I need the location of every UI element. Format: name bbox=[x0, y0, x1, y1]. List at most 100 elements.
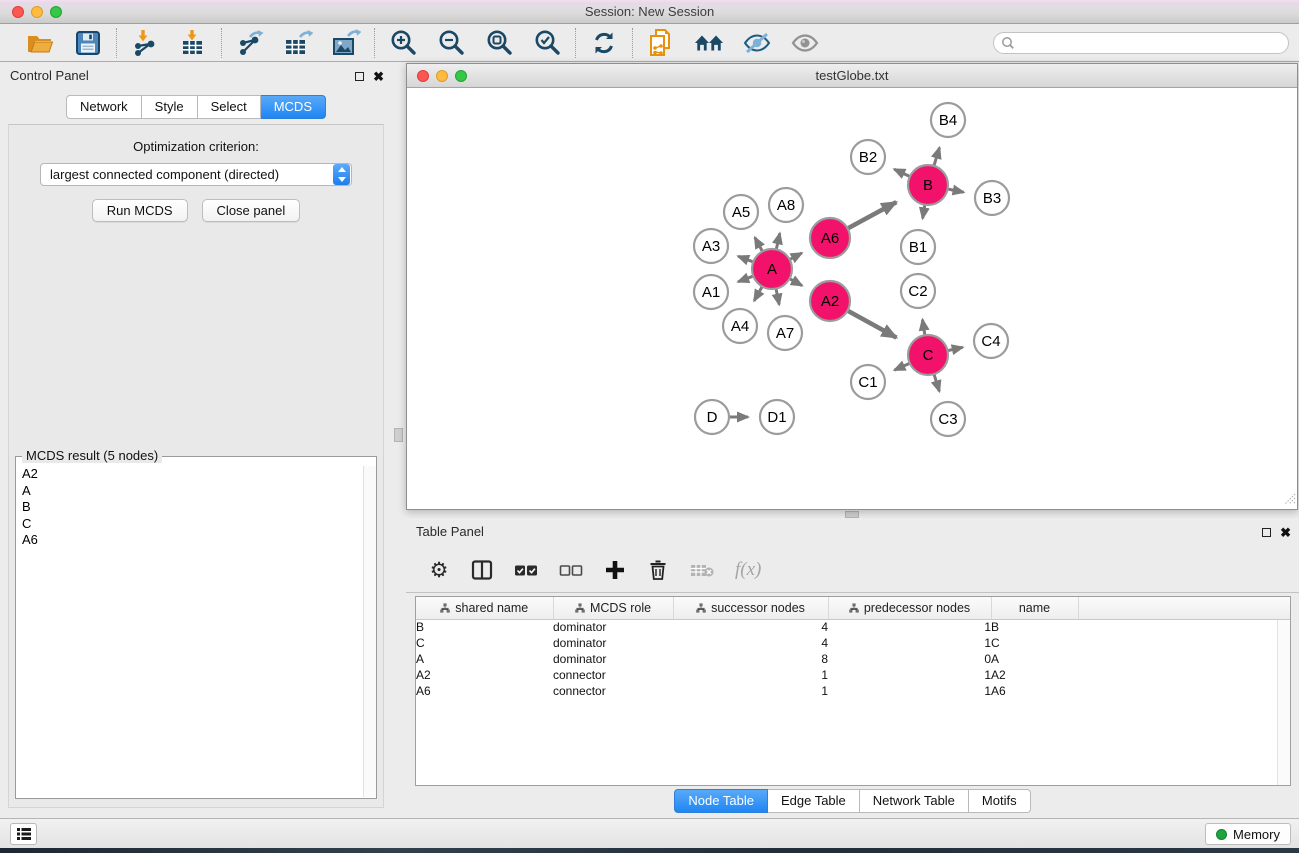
float-table-panel-icon[interactable] bbox=[1262, 528, 1271, 537]
horizontal-split-handle[interactable] bbox=[845, 511, 859, 518]
save-floppy-icon[interactable] bbox=[73, 28, 103, 58]
column-header-predecessor-nodes[interactable]: predecessor nodes bbox=[828, 597, 991, 619]
export-image-icon[interactable] bbox=[331, 28, 361, 58]
network-close-button[interactable] bbox=[417, 70, 429, 82]
tab-edge-table[interactable]: Edge Table bbox=[768, 789, 860, 813]
result-item[interactable]: A bbox=[17, 483, 362, 500]
close-table-panel-icon[interactable]: ✖ bbox=[1280, 526, 1291, 539]
result-item[interactable]: A6 bbox=[17, 532, 362, 549]
tab-node-table[interactable]: Node Table bbox=[674, 789, 768, 813]
network-maximize-button[interactable] bbox=[455, 70, 467, 82]
eye-icon[interactable] bbox=[790, 28, 820, 58]
edge-B-B4[interactable] bbox=[934, 148, 940, 166]
close-panel-icon[interactable]: ✖ bbox=[373, 70, 384, 83]
network-canvas[interactable]: B4B2BB3A5A8A6B1A3AA1C2A2A4A7CC4C1C3DD1 bbox=[407, 88, 1297, 509]
zoom-selected-icon[interactable] bbox=[532, 28, 562, 58]
select-all-checked-icon[interactable] bbox=[514, 557, 538, 583]
zoom-fit-icon[interactable] bbox=[484, 28, 514, 58]
refresh-layout-icon[interactable] bbox=[589, 28, 619, 58]
edge-C-C4[interactable] bbox=[948, 347, 963, 350]
criterion-select[interactable]: largest connected component (directed) bbox=[40, 163, 352, 186]
zoom-out-icon[interactable] bbox=[436, 28, 466, 58]
table-row[interactable]: Cdominator41C bbox=[416, 635, 1290, 651]
result-item[interactable]: A2 bbox=[17, 466, 362, 483]
status-bar: Memory bbox=[0, 818, 1299, 848]
fx-label: f(x) bbox=[735, 559, 761, 581]
window-titlebar: Session: New Session bbox=[0, 0, 1299, 24]
result-item[interactable]: B bbox=[17, 499, 362, 516]
import-table-icon[interactable] bbox=[178, 28, 208, 58]
table-row[interactable]: A6connector11A6 bbox=[416, 683, 1290, 699]
documents-share-icon[interactable] bbox=[646, 28, 676, 58]
close-panel-button[interactable]: Close panel bbox=[202, 199, 301, 222]
edge-B-B2[interactable] bbox=[894, 169, 910, 176]
tab-motifs[interactable]: Motifs bbox=[969, 789, 1031, 813]
open-folder-icon[interactable] bbox=[25, 28, 55, 58]
network-window-titlebar[interactable]: testGlobe.txt bbox=[407, 64, 1297, 88]
export-network-icon[interactable] bbox=[235, 28, 265, 58]
network-minimize-button[interactable] bbox=[436, 70, 448, 82]
deselect-all-icon[interactable] bbox=[559, 557, 583, 583]
search-input[interactable] bbox=[993, 32, 1289, 54]
column-layout-icon[interactable] bbox=[471, 557, 493, 583]
edge-A-A2[interactable] bbox=[790, 279, 802, 286]
table-row[interactable]: Adominator80A bbox=[416, 651, 1290, 667]
node-label-B1: B1 bbox=[909, 239, 927, 256]
column-header-MCDS-role[interactable]: MCDS role bbox=[553, 597, 673, 619]
result-scrollbar[interactable] bbox=[363, 466, 376, 797]
result-item[interactable]: C bbox=[17, 516, 362, 533]
float-panel-icon[interactable] bbox=[355, 72, 364, 81]
eye-slash-icon[interactable] bbox=[742, 28, 772, 58]
node-label-B4: B4 bbox=[939, 112, 957, 129]
add-column-icon[interactable] bbox=[604, 557, 626, 583]
edge-A-A3[interactable] bbox=[738, 256, 753, 262]
edge-A-A6[interactable] bbox=[790, 253, 802, 259]
table-panel-title: Table Panel bbox=[416, 524, 484, 539]
edge-A-A4[interactable] bbox=[754, 286, 762, 300]
houses-icon[interactable] bbox=[694, 28, 724, 58]
edge-C-C1[interactable] bbox=[894, 363, 909, 370]
task-list-button[interactable] bbox=[10, 823, 37, 845]
memory-button[interactable]: Memory bbox=[1205, 823, 1291, 845]
edge-B-B3[interactable] bbox=[948, 189, 964, 192]
edge-A-A8[interactable] bbox=[776, 233, 780, 249]
delete-column-icon[interactable] bbox=[647, 557, 669, 583]
column-header-filler bbox=[1078, 597, 1290, 619]
tab-network[interactable]: Network bbox=[66, 95, 142, 119]
tab-mcds[interactable]: MCDS bbox=[261, 95, 326, 119]
column-header-successor-nodes[interactable]: successor nodes bbox=[673, 597, 828, 619]
node-label-A3: A3 bbox=[702, 238, 720, 255]
column-header-name[interactable]: name bbox=[991, 597, 1078, 619]
export-table-icon[interactable] bbox=[283, 28, 313, 58]
edge-C-C2[interactable] bbox=[922, 320, 924, 336]
column-header-shared-name[interactable]: shared name bbox=[416, 597, 553, 619]
close-window-button[interactable] bbox=[12, 6, 24, 18]
table-row[interactable]: Bdominator41B bbox=[416, 619, 1290, 635]
settings-gear-icon[interactable]: ⚙ bbox=[428, 557, 450, 583]
node-label-C2: C2 bbox=[908, 283, 927, 300]
edge-A2-C[interactable] bbox=[848, 311, 897, 338]
zoom-in-icon[interactable] bbox=[388, 28, 418, 58]
table-row[interactable]: A2connector11A2 bbox=[416, 667, 1290, 683]
node-label-A: A bbox=[767, 261, 777, 278]
run-mcds-button[interactable]: Run MCDS bbox=[92, 199, 188, 222]
function-builder-disabled-icon: f(x) bbox=[735, 557, 761, 583]
edge-C-C3[interactable] bbox=[934, 374, 939, 391]
minimize-window-button[interactable] bbox=[31, 6, 43, 18]
node-label-A2: A2 bbox=[821, 293, 839, 310]
edge-A-A5[interactable] bbox=[755, 237, 763, 251]
edge-B-B1[interactable] bbox=[923, 205, 925, 219]
tab-network-table[interactable]: Network Table bbox=[860, 789, 969, 813]
vertical-split-handle[interactable] bbox=[394, 428, 403, 442]
edge-A-A7[interactable] bbox=[776, 289, 779, 305]
edge-A6-B[interactable] bbox=[848, 202, 897, 228]
resize-grip-icon[interactable] bbox=[1282, 491, 1296, 508]
table-panel: Table Panel ✖ ⚙ bbox=[406, 518, 1299, 818]
tab-select[interactable]: Select bbox=[198, 95, 261, 119]
optimization-criterion-label: Optimization criterion: bbox=[9, 139, 383, 154]
import-network-icon[interactable] bbox=[130, 28, 160, 58]
maximize-window-button[interactable] bbox=[50, 6, 62, 18]
tab-style[interactable]: Style bbox=[142, 95, 198, 119]
edge-A-A1[interactable] bbox=[738, 276, 753, 282]
table-scrollbar[interactable] bbox=[1277, 620, 1290, 785]
